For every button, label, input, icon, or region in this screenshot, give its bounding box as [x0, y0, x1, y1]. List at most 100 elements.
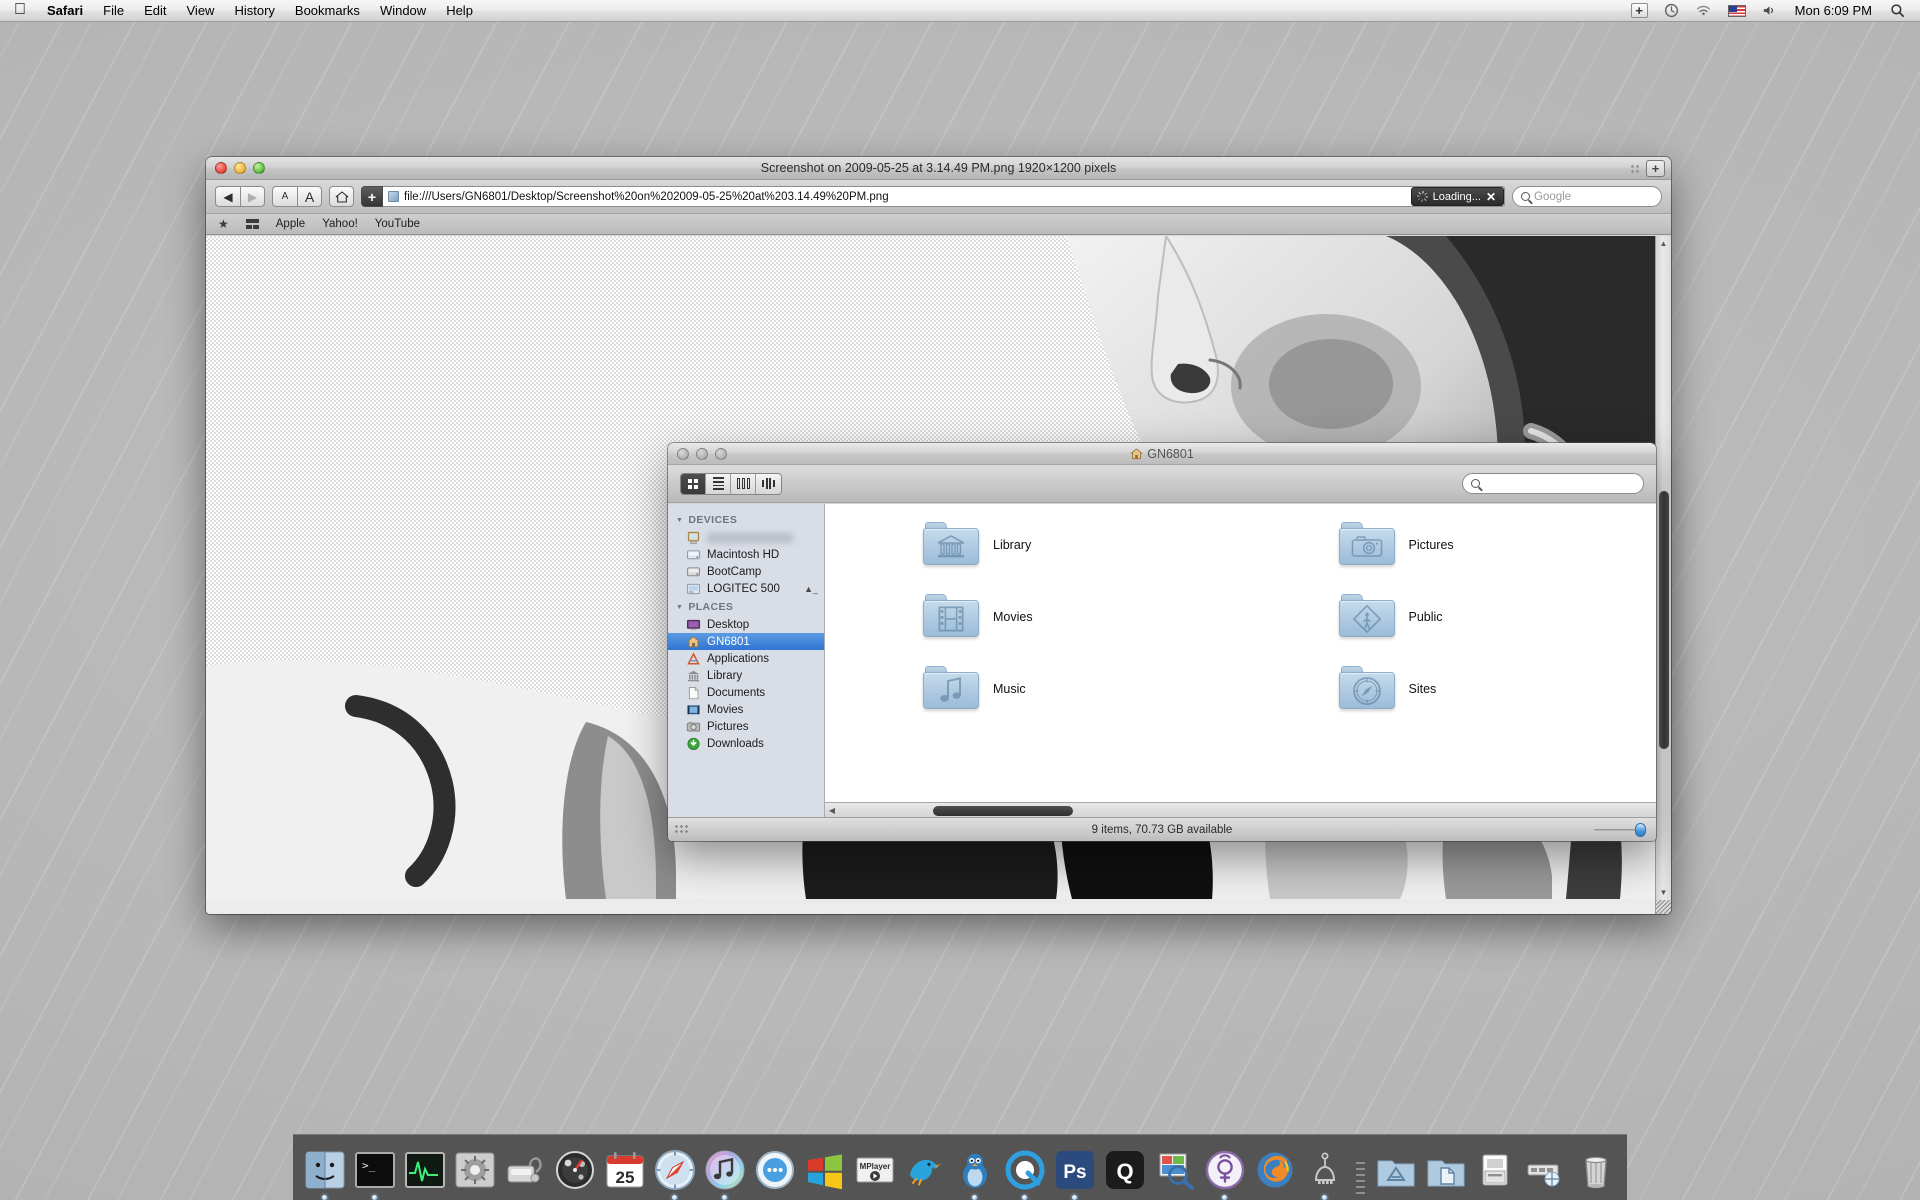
sidebar-item-applications[interactable]: Applications: [668, 650, 824, 667]
menu-bar-clock[interactable]: Mon 6:09 PM: [1786, 0, 1881, 22]
sidebar-section-places[interactable]: ▼ PLACES: [668, 597, 824, 616]
menu-item-window[interactable]: Window: [370, 0, 436, 22]
finder-horizontal-scrollbar[interactable]: ◀: [825, 802, 1656, 817]
menu-item-file[interactable]: File: [93, 0, 134, 22]
file-item-music[interactable]: Music: [825, 666, 1241, 712]
icon-view-button[interactable]: [681, 473, 706, 494]
dock-item-quicktime[interactable]: [1001, 1148, 1048, 1200]
sidebar-item-gn6801[interactable]: GN6801: [668, 633, 824, 650]
sidebar-item-downloads[interactable]: Downloads: [668, 735, 824, 752]
dock-item-windows-vm[interactable]: [801, 1148, 848, 1200]
menu-item-history[interactable]: History: [224, 0, 284, 22]
dock-item-applications-stack[interactable]: [1372, 1148, 1419, 1200]
forward-button[interactable]: ▶: [240, 186, 265, 207]
text-larger-button[interactable]: A: [297, 186, 322, 207]
coverflow-view-button[interactable]: [756, 473, 781, 494]
dock-item-activity-monitor[interactable]: [401, 1148, 448, 1200]
dock-item-downloads-stack[interactable]: [1472, 1148, 1519, 1200]
file-item-public[interactable]: Public: [1241, 594, 1657, 640]
dock-item-ical[interactable]: 25: [601, 1148, 648, 1200]
dock-item-quicksilver[interactable]: Q: [1101, 1148, 1148, 1200]
dock-item-terminal[interactable]: >_: [351, 1148, 398, 1200]
close-button[interactable]: [215, 162, 227, 174]
menu-item-view[interactable]: View: [177, 0, 225, 22]
dock-item-documents-stack[interactable]: [1422, 1148, 1469, 1200]
bookmark-yahoo[interactable]: Yahoo!: [322, 218, 358, 230]
spotlight-search-icon[interactable]: [1883, 3, 1912, 18]
dock-item-mercury-app[interactable]: [1201, 1148, 1248, 1200]
sidebar-section-devices[interactable]: ▼ DEVICES: [668, 510, 824, 529]
text-smaller-button[interactable]: A: [272, 186, 297, 207]
sidebar-item-computer[interactable]: [668, 529, 824, 546]
search-input[interactable]: Google: [1512, 186, 1662, 207]
scroll-left-arrow-icon[interactable]: ◀: [825, 806, 839, 815]
show-all-bookmarks-icon[interactable]: ★: [218, 217, 229, 231]
wifi-icon[interactable]: [1688, 4, 1719, 17]
scrollbar-thumb[interactable]: [1659, 491, 1669, 749]
scroll-up-arrow-icon[interactable]: ▲: [1656, 236, 1671, 251]
dock-item-photoshop[interactable]: Ps: [1051, 1148, 1098, 1200]
sidebar-item-bootcamp[interactable]: BootCamp: [668, 563, 824, 580]
finder-file-area[interactable]: Library Pictures Movies Public Music Sit…: [825, 504, 1656, 817]
file-item-sites[interactable]: Sites: [1241, 666, 1657, 712]
eject-icon[interactable]: ▲_: [804, 584, 818, 594]
file-item-movies[interactable]: Movies: [825, 594, 1241, 640]
file-item-library[interactable]: Library: [825, 522, 1241, 568]
list-view-button[interactable]: [706, 473, 731, 494]
dock-item-mplayer[interactable]: MPlayer: [851, 1148, 898, 1200]
dock-item-widget-stack[interactable]: [1522, 1148, 1569, 1200]
add-bookmark-button[interactable]: +: [361, 186, 383, 207]
minimize-button[interactable]: [234, 162, 246, 174]
dock-item-penguin-app[interactable]: [951, 1148, 998, 1200]
dock-item-twitter-bird[interactable]: [901, 1148, 948, 1200]
bookmark-apple[interactable]: Apple: [276, 218, 305, 230]
finder-window[interactable]: GN6801 ▼ DEVICES Macintosh HD BootCamp L…: [668, 443, 1656, 841]
menu-item-bookmarks[interactable]: Bookmarks: [285, 0, 370, 22]
loading-indicator[interactable]: Loading... ✕: [1410, 187, 1504, 206]
dock-item-finder[interactable]: [301, 1148, 348, 1200]
apple-menu-icon[interactable]: : [10, 1, 37, 20]
slider-knob[interactable]: [1635, 823, 1646, 837]
sidebar-item-pictures[interactable]: Pictures: [668, 718, 824, 735]
volume-icon[interactable]: [1755, 4, 1784, 17]
window-resize-grip[interactable]: [1656, 900, 1671, 914]
hscrollbar-thumb[interactable]: [933, 806, 1073, 816]
sidebar-item-desktop[interactable]: Desktop: [668, 616, 824, 633]
finder-close-button[interactable]: [677, 447, 689, 460]
dock-item-firefox[interactable]: [1251, 1148, 1298, 1200]
dock-item-trash[interactable]: [1572, 1148, 1619, 1200]
icon-size-slider[interactable]: [1594, 823, 1646, 837]
menu-item-safari[interactable]: Safari: [37, 0, 93, 22]
column-view-button[interactable]: [731, 473, 756, 494]
dock-item-adium[interactable]: [751, 1148, 798, 1200]
menu-item-help[interactable]: Help: [436, 0, 483, 22]
dock-item-preview[interactable]: [1151, 1148, 1198, 1200]
us-flag-icon[interactable]: [1721, 4, 1753, 17]
new-tab-button[interactable]: +: [1646, 160, 1665, 177]
stop-loading-button[interactable]: ✕: [1486, 191, 1496, 203]
finder-search-input[interactable]: [1462, 473, 1644, 494]
finder-zoom-button[interactable]: [715, 447, 727, 460]
sidebar-item-macintosh-hd[interactable]: Macintosh HD: [668, 546, 824, 563]
menu-item-edit[interactable]: Edit: [134, 0, 176, 22]
sidebar-item-documents[interactable]: Documents: [668, 684, 824, 701]
dock-item-transmission[interactable]: [1301, 1148, 1348, 1200]
back-button[interactable]: ◀: [215, 186, 240, 207]
top-sites-icon[interactable]: [245, 219, 259, 229]
file-item-pictures[interactable]: Pictures: [1241, 522, 1657, 568]
dock-item-system-preferences[interactable]: [451, 1148, 498, 1200]
dock-item-itunes[interactable]: [701, 1148, 748, 1200]
zoom-button[interactable]: [253, 162, 265, 174]
finder-titlebar[interactable]: GN6801: [668, 443, 1656, 465]
scroll-down-arrow-icon[interactable]: ▼: [1656, 885, 1671, 900]
home-button[interactable]: [329, 186, 354, 207]
dock-item-dashboard[interactable]: [551, 1148, 598, 1200]
dock-item-safari[interactable]: [651, 1148, 698, 1200]
safari-vertical-scrollbar[interactable]: ▲ ▼: [1655, 236, 1671, 914]
finder-minimize-button[interactable]: [696, 447, 708, 460]
bookmark-youtube[interactable]: YouTube: [375, 218, 420, 230]
time-machine-icon[interactable]: [1657, 3, 1686, 18]
menu-extra-plus[interactable]: +: [1624, 3, 1655, 18]
sidebar-item-library[interactable]: Library: [668, 667, 824, 684]
dock-item-disk-utility[interactable]: [501, 1148, 548, 1200]
